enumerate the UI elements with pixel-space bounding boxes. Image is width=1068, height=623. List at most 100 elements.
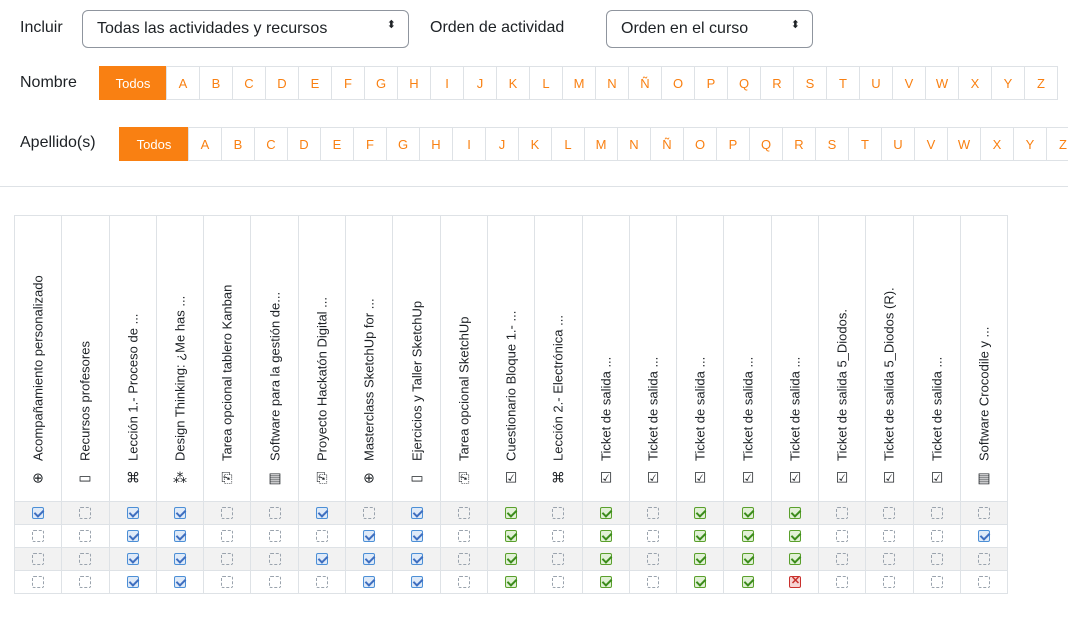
completion-check-icon[interactable] xyxy=(788,552,801,565)
nombre-initial-d[interactable]: D xyxy=(265,66,299,100)
column-header[interactable]: ☑ Ticket de salida 5_Diodos. xyxy=(818,215,867,502)
column-header[interactable]: ▤ Software Crocodile y ... xyxy=(959,215,1009,502)
completion-empty-icon[interactable] xyxy=(268,529,281,542)
completion-empty-icon[interactable] xyxy=(552,506,565,519)
apellido-initial-m[interactable]: M xyxy=(584,127,618,161)
nombre-initial-t[interactable]: T xyxy=(826,66,860,100)
completion-empty-icon[interactable] xyxy=(836,529,849,542)
column-header[interactable]: ▤ Software para la gestión de... xyxy=(250,215,299,502)
column-header[interactable]: ☑ Ticket de salida 5_Diodos (R). xyxy=(865,215,914,502)
apellido-initial-l[interactable]: L xyxy=(551,127,585,161)
completion-empty-icon[interactable] xyxy=(647,529,659,542)
completion-check-icon[interactable] xyxy=(505,552,518,565)
nombre-initial-i[interactable]: I xyxy=(430,66,464,100)
column-header[interactable]: ☑ Cuestionario Bloque 1.- ... xyxy=(486,215,536,502)
orden-select[interactable]: Orden en el curso ⬍ xyxy=(606,10,813,48)
apellido-initial-j[interactable]: J xyxy=(485,127,519,161)
apellido-initial-d[interactable]: D xyxy=(287,127,321,161)
completion-check-icon[interactable] xyxy=(174,552,187,565)
completion-check-icon[interactable] xyxy=(741,575,754,588)
column-header[interactable]: ☑ Ticket de salida ... xyxy=(912,215,961,502)
column-header[interactable]: ⁂ Design Thinking: ¿Me has ... xyxy=(155,215,205,502)
completion-empty-icon[interactable] xyxy=(363,506,376,519)
completion-check-icon[interactable] xyxy=(174,575,187,588)
completion-empty-icon[interactable] xyxy=(32,552,45,565)
column-header[interactable]: ⊕ Acompañamiento personalizado xyxy=(13,215,63,502)
completion-empty-icon[interactable] xyxy=(647,506,659,519)
completion-empty-icon[interactable] xyxy=(221,529,234,542)
apellido-initial-b[interactable]: B xyxy=(221,127,255,161)
completion-empty-icon[interactable] xyxy=(457,529,470,542)
completion-check-icon[interactable] xyxy=(410,506,423,519)
completion-check-icon[interactable] xyxy=(410,529,423,542)
column-header[interactable]: ⎘ Tarea opcional tablero Kanban xyxy=(203,215,252,502)
completion-empty-icon[interactable] xyxy=(457,506,470,519)
completion-check-icon[interactable] xyxy=(599,552,612,565)
nombre-initial-e[interactable]: E xyxy=(298,66,332,100)
apellido-initial-t[interactable]: T xyxy=(848,127,882,161)
nombre-initial-j[interactable]: J xyxy=(463,66,497,100)
apellido-initial-k[interactable]: K xyxy=(518,127,552,161)
column-header[interactable]: ▭ Ejercicios y Taller SketchUp xyxy=(392,215,441,502)
apellido-initial-h[interactable]: H xyxy=(419,127,453,161)
completion-empty-icon[interactable] xyxy=(79,575,92,588)
completion-empty-icon[interactable] xyxy=(883,529,896,542)
nombre-initial-w[interactable]: W xyxy=(925,66,959,100)
completion-empty-icon[interactable] xyxy=(930,529,943,542)
completion-empty-icon[interactable] xyxy=(79,529,92,542)
nombre-initial-a[interactable]: A xyxy=(166,66,200,100)
completion-empty-icon[interactable] xyxy=(457,575,470,588)
apellido-initial-c[interactable]: C xyxy=(254,127,288,161)
apellido-initial-w[interactable]: W xyxy=(947,127,981,161)
completion-check-icon[interactable] xyxy=(32,506,45,519)
apellido-initial-n[interactable]: N xyxy=(617,127,651,161)
apellido-initial-o[interactable]: O xyxy=(683,127,717,161)
completion-check-icon[interactable] xyxy=(315,552,328,565)
apellido-initial-z[interactable]: Z xyxy=(1046,127,1068,161)
completion-check-icon[interactable] xyxy=(694,552,707,565)
nombre-initial-x[interactable]: X xyxy=(958,66,992,100)
completion-empty-icon[interactable] xyxy=(978,506,991,519)
completion-check-icon[interactable] xyxy=(599,575,612,588)
completion-check-icon[interactable] xyxy=(505,506,518,519)
nombre-initial-todos[interactable]: Todos xyxy=(99,66,167,100)
completion-check-icon[interactable] xyxy=(694,575,707,588)
nombre-initial-p[interactable]: P xyxy=(694,66,728,100)
nombre-initial-m[interactable]: M xyxy=(562,66,596,100)
completion-check-icon[interactable] xyxy=(410,575,423,588)
apellido-initial-v[interactable]: V xyxy=(914,127,948,161)
nombre-initial-k[interactable]: K xyxy=(496,66,530,100)
completion-empty-icon[interactable] xyxy=(32,575,45,588)
completion-empty-icon[interactable] xyxy=(978,552,991,565)
completion-check-icon[interactable] xyxy=(410,552,423,565)
column-header[interactable]: ☑ Ticket de salida ... xyxy=(770,215,820,502)
column-header[interactable]: ⎘ Proyecto Hackatón Digital ... xyxy=(297,215,347,502)
nombre-initial-n[interactable]: N xyxy=(595,66,629,100)
completion-empty-icon[interactable] xyxy=(930,575,943,588)
apellido-initial-f[interactable]: F xyxy=(353,127,387,161)
completion-empty-icon[interactable] xyxy=(221,575,234,588)
completion-empty-icon[interactable] xyxy=(457,552,470,565)
column-header[interactable]: ☑ Ticket de salida ... xyxy=(628,215,678,502)
apellido-initial-u[interactable]: U xyxy=(881,127,915,161)
completion-empty-icon[interactable] xyxy=(32,529,45,542)
apellido-initial-p[interactable]: P xyxy=(716,127,750,161)
completion-empty-icon[interactable] xyxy=(647,575,659,588)
completion-check-icon[interactable] xyxy=(126,529,139,542)
apellido-initial-s[interactable]: S xyxy=(815,127,849,161)
completion-empty-icon[interactable] xyxy=(315,575,328,588)
completion-empty-icon[interactable] xyxy=(552,552,565,565)
nombre-initial-z[interactable]: Z xyxy=(1024,66,1058,100)
completion-check-icon[interactable] xyxy=(505,529,518,542)
column-header[interactable]: ☑ Ticket de salida ... xyxy=(723,215,772,502)
completion-empty-icon[interactable] xyxy=(883,506,896,519)
nombre-initial-b[interactable]: B xyxy=(199,66,233,100)
apellido-initial-a[interactable]: A xyxy=(188,127,222,161)
completion-check-icon[interactable] xyxy=(174,529,187,542)
completion-fail-icon[interactable] xyxy=(788,574,801,588)
apellido-initial-ñ[interactable]: Ñ xyxy=(650,127,684,161)
completion-check-icon[interactable] xyxy=(599,529,612,542)
completion-empty-icon[interactable] xyxy=(836,575,849,588)
nombre-initial-v[interactable]: V xyxy=(892,66,926,100)
completion-check-icon[interactable] xyxy=(174,506,187,519)
